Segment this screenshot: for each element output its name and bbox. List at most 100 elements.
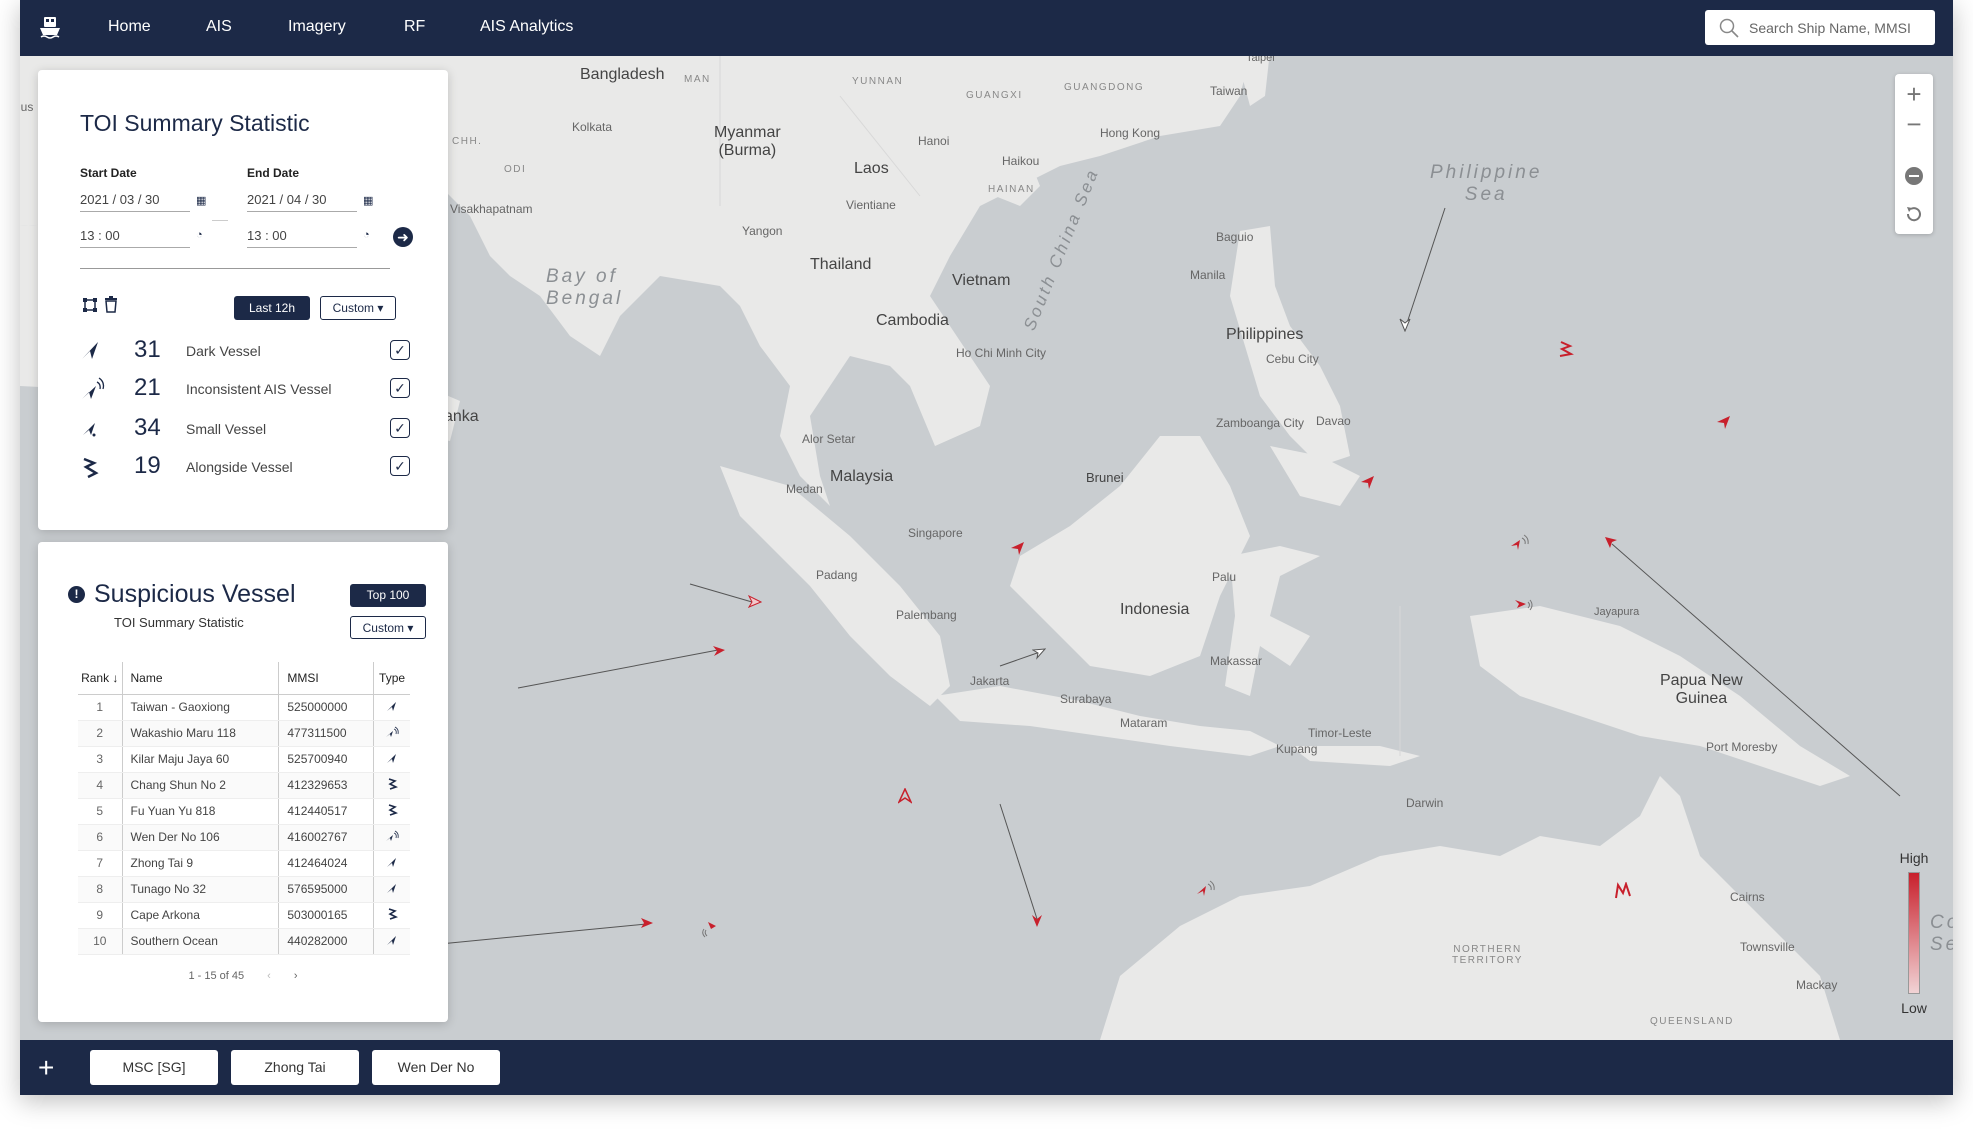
map-label-cairns: Cairns (1730, 890, 1765, 904)
pagination-info: 1 - 15 of 45 (188, 970, 245, 982)
vessel-marker-arrow-icon[interactable] (748, 594, 762, 608)
table-row[interactable]: 8 Tunago No 32 576595000 (78, 876, 410, 903)
map-label-myanmar: Myanmar (Burma) (714, 124, 781, 159)
table-row[interactable]: 3 Kilar Maju Jaya 60 525700940 (78, 746, 410, 773)
map-label-yunnan: YUNNAN (852, 76, 904, 87)
stat-row-small-vessel: 34 Small Vessel ✓ (80, 414, 410, 444)
inconsistent-ais-vessel-icon[interactable] (1510, 534, 1530, 552)
vessel-marker-arrow-icon[interactable] (1030, 914, 1044, 928)
select-area-icon[interactable] (82, 297, 98, 313)
search-box[interactable] (1705, 10, 1935, 45)
alongside-vessel-icon[interactable] (1614, 882, 1632, 900)
inconsistent-ais-vessel-icon[interactable] (1514, 596, 1534, 614)
rank-cell: 5 (78, 798, 122, 825)
end-time-field[interactable]: 13 : 00 (247, 228, 357, 248)
name-cell: Kilar Maju Jaya 60 (121, 746, 279, 773)
alongside-vessel-checkbox[interactable]: ✓ (390, 456, 410, 476)
nav-imagery[interactable]: Imagery (288, 18, 346, 36)
ship-logo-icon[interactable] (38, 14, 62, 40)
start-time-field[interactable]: 13 : 00 (80, 228, 190, 248)
map-label-kupang: Kupang (1276, 742, 1318, 756)
column-header-name[interactable]: Name (121, 662, 279, 695)
table-row[interactable]: 5 Fu Yuan Yu 818 412440517 (78, 798, 410, 825)
trash-icon[interactable] (104, 296, 118, 313)
map-label-malaysia: Malaysia (830, 468, 894, 485)
chevron-down-icon: ▾ (373, 301, 384, 315)
name-cell: Southern Ocean (121, 928, 279, 955)
custom-range-dropdown[interactable]: Custom ▾ (320, 296, 396, 320)
nav-home[interactable]: Home (108, 18, 151, 36)
top-100-button[interactable]: Top 100 (350, 584, 426, 607)
prev-page-icon[interactable]: ‹ (267, 970, 271, 982)
tab-msc-sg[interactable]: MSC [SG] (90, 1050, 218, 1085)
dark-vessel-icon[interactable] (1360, 474, 1376, 490)
vessel-marker-arrow-icon[interactable] (1032, 646, 1046, 660)
search-icon (1719, 18, 1739, 38)
end-date-field[interactable]: 2021 / 04 / 30 (247, 192, 357, 212)
nav-ais[interactable]: AIS (206, 18, 232, 36)
table-row[interactable]: 7 Zhong Tai 9 412464024 (78, 850, 410, 877)
inconsistent-ais-checkbox[interactable]: ✓ (390, 378, 410, 398)
nav-ais-analytics[interactable]: AIS Analytics (480, 18, 573, 36)
table-row[interactable]: 9 Cape Arkona 503000165 (78, 902, 410, 929)
map-label-hainan: HAINAN (988, 184, 1035, 195)
add-tab-button[interactable]: + (38, 1052, 54, 1084)
table-row[interactable]: 10 Southern Ocean 440282000 (78, 928, 410, 955)
table-row[interactable]: 2 Wakashio Maru 118 477311500 (78, 720, 410, 747)
table-row[interactable]: 1 Taiwan - Gaoxiong 525000000 (78, 694, 410, 721)
type-cell (373, 876, 410, 903)
rank-cell: 7 (78, 850, 122, 877)
dark-vessel-checkbox[interactable]: ✓ (390, 340, 410, 360)
name-cell: Wen Der No 106 (121, 824, 279, 851)
map-label-palembang: Palembang (896, 608, 957, 622)
last-12h-button[interactable]: Last 12h (234, 296, 310, 320)
vessel-marker-arrow-icon[interactable] (1604, 536, 1618, 550)
map-label-hong-kong: Hong Kong (1100, 126, 1161, 140)
search-input[interactable] (1749, 10, 1929, 45)
map-label-sri-lanka: anka (444, 408, 479, 425)
small-vessel-checkbox[interactable]: ✓ (390, 418, 410, 438)
zoom-out-button[interactable]: − (1895, 106, 1933, 142)
table-row[interactable]: 6 Wen Der No 106 416002767 (78, 824, 410, 851)
inconsistent-ais-vessel-icon[interactable] (702, 920, 722, 938)
rank-cell: 1 (78, 694, 122, 721)
calendar-icon[interactable]: ▦ (363, 194, 373, 207)
heat-legend: High Low (1889, 850, 1939, 1020)
dark-vessel-icon (386, 701, 398, 715)
column-header-mmsi[interactable]: MMSI (278, 662, 374, 695)
column-header-rank[interactable]: Rank ↓ (78, 662, 122, 695)
clock-icon[interactable]: ◔ (196, 229, 203, 241)
tab-wen-der-no[interactable]: Wen Der No (372, 1050, 500, 1085)
stat-count: 19 (134, 452, 161, 479)
apply-arrow-icon[interactable]: ➜ (393, 227, 413, 247)
small-vessel-icon[interactable] (898, 788, 912, 804)
tab-zhong-tai[interactable]: Zhong Tai (231, 1050, 359, 1085)
start-date-field[interactable]: 2021 / 03 / 30 (80, 192, 190, 212)
vessel-marker-arrow-icon[interactable] (1398, 318, 1412, 332)
alongside-vessel-icon[interactable] (1558, 340, 1574, 358)
rank-header-label: Rank (81, 670, 110, 685)
dark-vessel-icon[interactable] (1010, 540, 1026, 556)
table-row[interactable]: 4 Chang Shun No 2 412329653 (78, 772, 410, 799)
next-page-icon[interactable]: › (294, 970, 298, 982)
reset-view-button[interactable] (1895, 196, 1933, 232)
map-label-laos: Laos (854, 160, 889, 177)
column-header-type[interactable]: Type (373, 662, 410, 695)
vessel-marker-arrow-icon[interactable] (640, 916, 654, 930)
dark-vessel-icon[interactable] (1716, 414, 1732, 430)
custom-filter-dropdown[interactable]: Custom ▾ (350, 616, 426, 639)
top-navbar: Home AIS Imagery RF AIS Analytics (20, 0, 1953, 56)
inconsistent-ais-vessel-icon[interactable] (1196, 880, 1216, 898)
nav-rf[interactable]: RF (404, 18, 425, 36)
custom-filter-label: Custom (362, 621, 404, 635)
calendar-icon[interactable]: ▦ (196, 194, 206, 207)
vessel-marker-arrow-icon[interactable] (712, 644, 726, 658)
alert-icon: ! (68, 586, 85, 603)
clock-icon[interactable]: ◔ (363, 229, 370, 241)
alongside-vessel-icon (83, 457, 99, 479)
map-label-jayapura: Jayapura (1594, 606, 1640, 618)
compass-button[interactable] (1895, 158, 1933, 194)
map-label-makassar: Makassar (1210, 654, 1263, 668)
stat-count: 21 (134, 374, 161, 401)
reset-icon (1906, 207, 1921, 222)
